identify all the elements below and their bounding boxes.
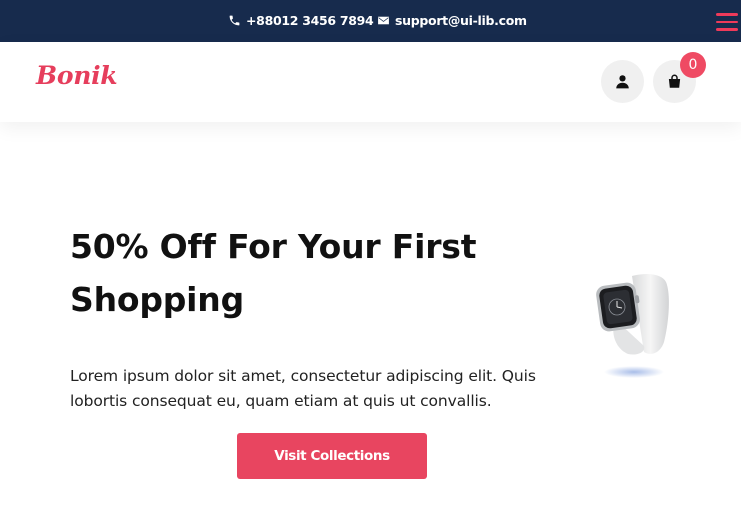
envelope-icon [378,16,389,25]
user-icon [616,75,629,89]
hero-description: Lorem ipsum dolor sit amet, consectetur … [70,367,536,410]
phone-link[interactable]: +88012 3456 7894 [228,13,374,28]
phone-number: +88012 3456 7894 [246,13,374,28]
hero-title: 50% Off For Your First Shopping [70,227,477,319]
email-address: support@ui-lib.com [395,13,527,28]
email-link[interactable]: support@ui-lib.com [377,13,527,28]
shopping-bag-icon [668,74,681,88]
top-bar: +88012 3456 7894 support@ui-lib.com [0,0,741,42]
logo[interactable]: Bonik [36,61,118,90]
user-account-button[interactable] [601,60,644,103]
phone-icon [229,15,240,26]
smartwatch-image [596,274,669,378]
hamburger-menu-icon[interactable] [716,11,738,33]
site-header: Bonik [0,42,741,122]
cart-count-badge: 0 [680,52,706,78]
visit-collections-button[interactable]: Visit Collections [237,433,427,479]
